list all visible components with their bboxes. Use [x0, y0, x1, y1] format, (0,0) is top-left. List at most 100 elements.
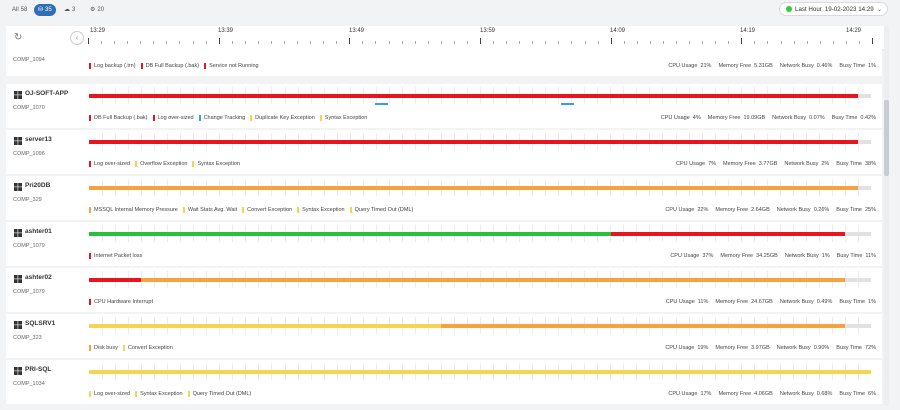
server-panel[interactable]: SQLSRV1 COMP_323 Disk busy Convert Exceptio…	[6, 314, 882, 358]
server-name[interactable]: server13	[25, 136, 52, 143]
timeline-minor-tick	[702, 41, 704, 44]
stat-cpu: CPU Usage 21%	[668, 63, 711, 69]
server-panel[interactable]: PRI-SQL COMP_1034 Log over-sized Syntax Exc…	[6, 360, 882, 404]
alert-label: Log over-sized	[94, 161, 131, 167]
alert-item[interactable]: Query Timed Out (DML)	[349, 207, 413, 213]
alert-item[interactable]: Log over-sized	[89, 161, 130, 167]
status-segment[interactable]	[89, 186, 858, 190]
status-segment[interactable]	[89, 232, 611, 236]
alert-label: Convert Exception	[127, 345, 173, 351]
stat-label: CPU Usage	[670, 253, 700, 259]
change-tracking-marker[interactable]	[375, 103, 389, 105]
timeline-minor-tick	[793, 41, 795, 44]
status-bar[interactable]	[89, 370, 871, 374]
stat-cpu: CPU Usage 22%	[665, 207, 708, 213]
alert-item[interactable]: Log backup (.trn)	[89, 63, 136, 69]
alert-list: Log backup (.trn) DB Full Backup (.bak) Se…	[89, 63, 264, 69]
alert-item[interactable]: Convert Exception	[122, 345, 173, 351]
status-segment[interactable]	[89, 324, 441, 328]
filter-database[interactable]: ⚙ 20	[86, 4, 108, 16]
status-bar[interactable]	[89, 278, 871, 282]
alert-item[interactable]: MSSQL Internal Memory Pressure	[89, 207, 178, 213]
status-bar[interactable]	[89, 186, 871, 190]
windows-icon	[14, 229, 22, 237]
stat-value: 1%	[868, 299, 876, 305]
scrollbar-track[interactable]	[884, 26, 889, 406]
stat-value: 4.06GB	[754, 391, 773, 397]
alert-severity-marker	[89, 345, 91, 351]
alert-item[interactable]: Wait Stats Avg. Wait	[182, 207, 237, 213]
stat-label: CPU Usage	[665, 345, 695, 351]
timeline-major-tick	[218, 38, 220, 44]
server-name[interactable]: SQLSRV1	[25, 320, 55, 327]
status-segment[interactable]	[141, 278, 846, 282]
alert-item[interactable]: Change Tracking	[198, 115, 246, 121]
status-segment[interactable]	[89, 140, 858, 144]
timeline-minor-tick	[715, 41, 717, 44]
server-panel[interactable]: Pri20DB COMP_329 MSSQL Internal Memory Pre…	[6, 176, 882, 220]
server-panel[interactable]: ashter01 COMP_1079 Internet Packet loss CPU…	[6, 222, 882, 266]
alert-item[interactable]: DB Full Backup (.bak)	[140, 63, 199, 69]
refresh-icon[interactable]: ↻	[14, 32, 26, 44]
server-comp-id: COMP_1079	[13, 243, 45, 249]
alert-item[interactable]: DB Full Backup (.bak)	[89, 115, 148, 121]
alert-item[interactable]: Syntax Exception	[192, 161, 240, 167]
server-panel[interactable]: OJ-SOFT-APP COMP_1070 DB Full Backup (.bak…	[6, 84, 882, 128]
status-segment[interactable]	[610, 232, 846, 236]
alert-item[interactable]: Log over-sized	[89, 391, 130, 397]
alert-item[interactable]: CPU Hardware Interrupt	[89, 299, 153, 305]
alert-severity-marker	[349, 207, 352, 213]
alert-item[interactable]: Duplicate Key Exception	[250, 115, 315, 121]
timeline-minor-tick	[153, 41, 155, 44]
server-panel[interactable]: server13 COMP_1096 Log over-sized Overflow …	[6, 130, 882, 174]
server-name[interactable]: PRI-SQL	[25, 366, 51, 373]
time-range-dropdown[interactable]: Last Hour 19-02-2023 14:29 ⌄	[779, 2, 888, 16]
alert-item[interactable]: Syntax Exception	[297, 207, 345, 213]
filter-all[interactable]: All 58	[8, 4, 31, 16]
timeline-minor-tick	[676, 41, 677, 44]
timeline-minor-tick	[362, 41, 364, 44]
alert-item[interactable]: Convert Exception	[242, 207, 292, 213]
server-name[interactable]: Pri20DB	[25, 182, 50, 189]
server-name[interactable]: OJ-SOFT-APP	[25, 90, 68, 97]
filter-server[interactable]: ⛁ 35	[34, 4, 56, 16]
status-segment[interactable]	[89, 370, 871, 374]
chevron-down-icon: ⌄	[876, 6, 882, 13]
alert-item[interactable]: Log over-sized	[152, 115, 194, 121]
alert-item[interactable]: Disk busy	[89, 345, 118, 351]
alert-item[interactable]: Service not Running	[204, 63, 259, 69]
alert-item[interactable]: Syntax Exception	[319, 115, 367, 121]
alert-item[interactable]: Syntax Exception	[135, 391, 183, 397]
timeline-minor-tick	[545, 41, 547, 44]
status-segment[interactable]	[89, 94, 858, 98]
alert-label: Syntax Exception	[197, 161, 240, 167]
stat-value: 7%	[708, 161, 717, 167]
stat-cpu: CPU Usage 19%	[665, 345, 708, 351]
alert-label: Change Tracking	[203, 115, 246, 121]
status-bar[interactable]	[89, 94, 871, 98]
timeline-minor-tick	[179, 41, 181, 44]
server-panel[interactable]: ashter02 COMP_1079 CPU Hardware Interrupt C…	[6, 268, 882, 312]
scrollbar-thumb[interactable]	[884, 100, 889, 176]
alert-item[interactable]: Query Timed Out (DML)	[187, 391, 251, 397]
status-segment[interactable]	[440, 324, 846, 328]
server-name[interactable]: ashter02	[25, 274, 52, 281]
status-segment[interactable]	[89, 278, 142, 282]
back-button[interactable]: ‹	[70, 31, 84, 45]
change-tracking-marker[interactable]	[560, 103, 574, 105]
stat-memory: Memory Free 19.09GB	[708, 115, 765, 121]
filter-cloud[interactable]: ☁ 3	[60, 4, 79, 16]
timeline-minor-tick	[270, 41, 272, 44]
timeline-minor-tick	[767, 41, 769, 44]
server-panel[interactable]: COMP_1094 Log backup (.trn) DB Full Backup…	[6, 48, 882, 76]
status-bar[interactable]	[89, 140, 871, 144]
stat-network: Network Busy 0.26%	[777, 207, 830, 213]
status-bar[interactable]	[89, 324, 871, 328]
alert-item[interactable]: Overflow Exception	[135, 161, 187, 167]
stat-label: CPU Usage	[668, 63, 698, 69]
status-bar[interactable]	[89, 232, 871, 236]
alert-item[interactable]: Internet Packet loss	[89, 253, 142, 259]
alert-severity-marker	[89, 207, 91, 213]
stat-label: Network Busy	[776, 207, 811, 213]
server-name[interactable]: ashter01	[25, 228, 52, 235]
